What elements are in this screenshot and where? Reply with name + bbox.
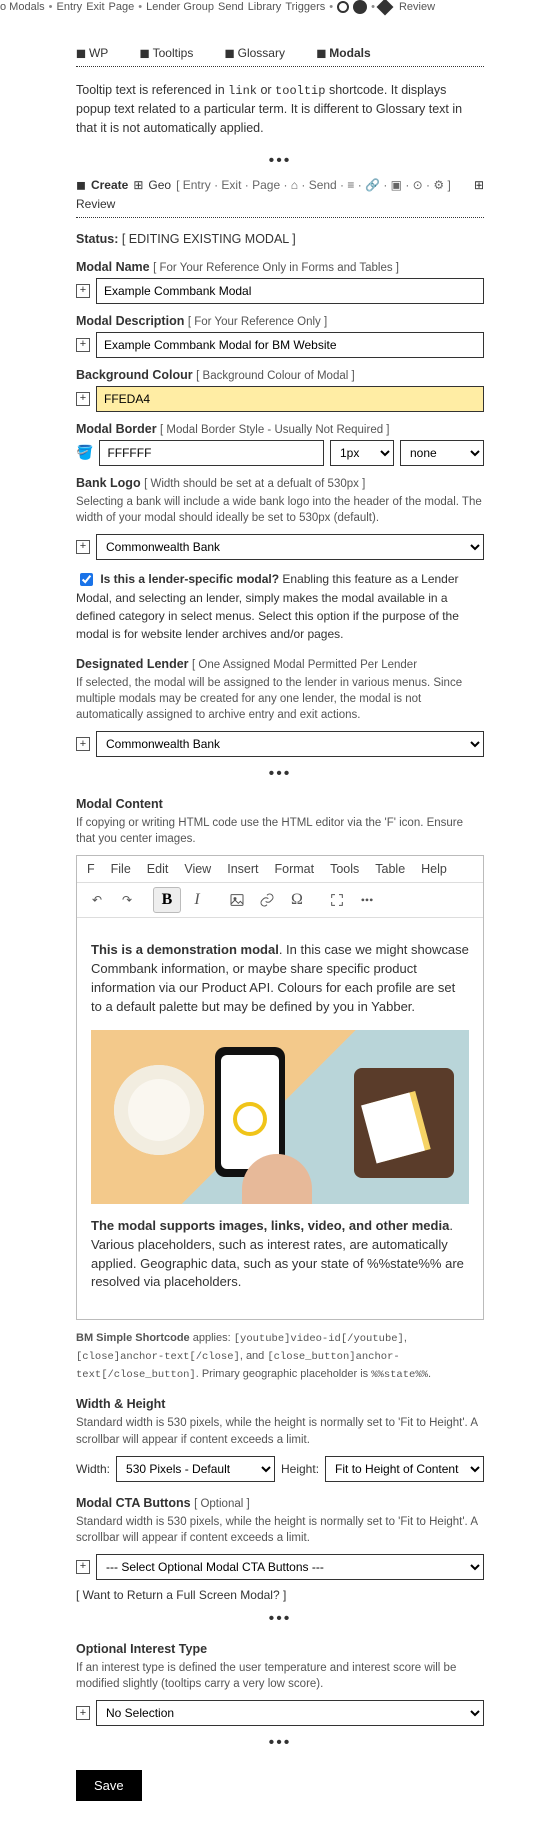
fullscreen-icon[interactable] xyxy=(323,887,351,913)
review-link[interactable]: Review xyxy=(76,197,115,211)
tab-wp[interactable]: ◼WP xyxy=(76,46,122,60)
editor-menu-format[interactable]: Format xyxy=(274,862,314,876)
modal-content-help: If copying or writing HTML code use the … xyxy=(76,815,484,847)
cta-help: Standard width is 530 pixels, while the … xyxy=(76,1514,484,1546)
nav-review[interactable]: Review xyxy=(399,1,435,13)
interest-help: If an interest type is defined the user … xyxy=(76,1660,484,1692)
editor-menu-tools[interactable]: Tools xyxy=(330,862,359,876)
circle-icon[interactable] xyxy=(337,1,349,13)
border-width-select[interactable]: 1px xyxy=(330,440,394,466)
fullscreen-link[interactable]: [ Want to Return a Full Screen Modal? ] xyxy=(76,1588,484,1602)
shortcode-note: BM Simple Shortcode applies: [youtube]vi… xyxy=(76,1330,484,1383)
width-select[interactable]: 530 Pixels - Default xyxy=(116,1456,275,1482)
border-colour-input[interactable] xyxy=(99,440,324,466)
nav-item[interactable]: Send xyxy=(218,1,244,13)
ellipsis-icon: ••• xyxy=(76,1734,484,1752)
rich-text-editor: F File Edit View Insert Format Tools Tab… xyxy=(76,855,484,1320)
top-nav: o Modals• Entry Exit Page• Lender Group … xyxy=(0,0,560,18)
nav-item[interactable]: Exit xyxy=(86,1,104,13)
bg-colour-label: Background Colour [ Background Colour of… xyxy=(76,368,484,382)
bank-logo-select[interactable]: Commonwealth Bank xyxy=(96,534,484,560)
cta-select[interactable]: --- Select Optional Modal CTA Buttons --… xyxy=(96,1554,484,1580)
bold-icon[interactable]: B xyxy=(153,887,181,913)
interest-select[interactable]: No Selection xyxy=(96,1700,484,1726)
ellipsis-icon: ••• xyxy=(76,765,484,783)
tab-tooltips[interactable]: ◼Tooltips xyxy=(140,46,208,60)
divider xyxy=(76,66,484,67)
divider xyxy=(76,217,484,218)
create-link[interactable]: Create xyxy=(91,178,128,192)
paint-bucket-icon[interactable]: 🪣 xyxy=(76,444,93,461)
modal-desc-input[interactable] xyxy=(96,332,484,358)
height-label: Height: xyxy=(281,1462,319,1476)
editor-toolbar: ↶ ↷ B I Ω ••• xyxy=(77,883,483,918)
expand-icon[interactable]: + xyxy=(76,1560,90,1574)
modal-content-label: Modal Content xyxy=(76,797,484,811)
nav-item[interactable]: Page xyxy=(109,1,135,13)
nav-item[interactable]: Library xyxy=(248,1,282,13)
ellipsis-icon: ••• xyxy=(76,1610,484,1628)
editor-menu-file[interactable]: File xyxy=(111,862,131,876)
designated-lender-select[interactable]: Commonwealth Bank xyxy=(96,731,484,757)
height-select[interactable]: Fit to Height of Content xyxy=(325,1456,484,1482)
cta-label: Modal CTA Buttons [ Optional ] xyxy=(76,1496,484,1510)
tab-modals[interactable]: ◼Modals xyxy=(316,46,384,60)
lender-specific-checkbox[interactable] xyxy=(80,573,93,586)
editor-menu-edit[interactable]: Edit xyxy=(147,862,169,876)
interest-label: Optional Interest Type xyxy=(76,1642,484,1656)
more-icon[interactable]: ••• xyxy=(353,887,381,913)
tab-glossary[interactable]: ◼Glossary xyxy=(225,46,299,60)
border-label: Modal Border [ Modal Border Style - Usua… xyxy=(76,422,484,436)
modal-desc-label: Modal Description [ For Your Reference O… xyxy=(76,314,484,328)
modal-name-label: Modal Name [ For Your Reference Only in … xyxy=(76,260,484,274)
special-char-icon[interactable]: Ω xyxy=(283,887,311,913)
editor-menu-table[interactable]: Table xyxy=(375,862,405,876)
action-bracket: [ Entry · Exit · Page · ⌂ · Send · ≡ · 🔗… xyxy=(176,178,451,192)
editor-menubar: F File Edit View Insert Format Tools Tab… xyxy=(77,856,483,883)
expand-icon[interactable]: + xyxy=(76,540,90,554)
italic-icon[interactable]: I xyxy=(183,887,211,913)
editor-menu-view[interactable]: View xyxy=(184,862,211,876)
expand-icon[interactable]: + xyxy=(76,392,90,406)
save-button[interactable]: Save xyxy=(76,1770,142,1801)
status-line: Status: [ EDITING EXISTING MODAL ] xyxy=(76,232,484,246)
filled-circle-icon[interactable] xyxy=(353,0,367,14)
expand-icon[interactable]: + xyxy=(76,338,90,352)
undo-icon[interactable]: ↶ xyxy=(83,887,111,913)
image-icon[interactable] xyxy=(223,887,251,913)
link-icon[interactable] xyxy=(253,887,281,913)
editor-image-placeholder xyxy=(91,1030,469,1204)
bank-logo-label: Bank Logo [ Width should be set at a def… xyxy=(76,476,484,490)
border-style-select[interactable]: none xyxy=(400,440,484,466)
action-row: ◼Create ⊞Geo [ Entry · Exit · Page · ⌂ ·… xyxy=(76,178,484,211)
expand-icon[interactable]: + xyxy=(76,284,90,298)
designated-lender-label: Designated Lender [ One Assigned Modal P… xyxy=(76,657,484,671)
nav-item[interactable]: Entry xyxy=(57,1,83,13)
bg-colour-input[interactable] xyxy=(96,386,484,412)
editor-content[interactable]: This is a demonstration modal. In this c… xyxy=(77,918,483,1319)
editor-menu-insert[interactable]: Insert xyxy=(227,862,258,876)
width-height-label: Width & Height xyxy=(76,1397,484,1411)
diamond-icon[interactable] xyxy=(376,0,393,15)
nav-item[interactable]: Lender Group xyxy=(146,1,214,13)
module-tabs: ◼WP ◼Tooltips ◼Glossary ◼Modals xyxy=(76,46,484,60)
editor-menu-help[interactable]: Help xyxy=(421,862,447,876)
bank-logo-help: Selecting a bank will include a wide ban… xyxy=(76,494,484,526)
width-label: Width: xyxy=(76,1462,110,1476)
lender-specific-row: Is this a lender-specific modal? Enablin… xyxy=(76,570,484,643)
ellipsis-icon: ••• xyxy=(76,152,484,170)
modal-name-input[interactable] xyxy=(96,278,484,304)
nav-item[interactable]: o Modals xyxy=(0,1,45,13)
intro-text: Tooltip text is referenced in link or to… xyxy=(76,81,484,138)
redo-icon[interactable]: ↷ xyxy=(113,887,141,913)
width-height-help: Standard width is 530 pixels, while the … xyxy=(76,1415,484,1447)
editor-menu-f[interactable]: F xyxy=(87,862,95,876)
expand-icon[interactable]: + xyxy=(76,1706,90,1720)
nav-item[interactable]: Triggers xyxy=(285,1,325,13)
designated-lender-help: If selected, the modal will be assigned … xyxy=(76,675,484,723)
expand-icon[interactable]: + xyxy=(76,737,90,751)
geo-link[interactable]: Geo xyxy=(148,178,171,192)
